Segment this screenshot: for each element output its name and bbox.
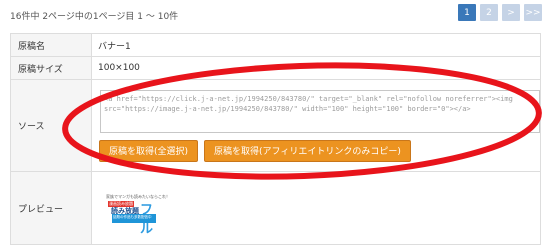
name-value: バナー1 [91, 33, 541, 57]
preview-band-text: 話題の作品も多数配信中 [113, 214, 152, 219]
row-source: ソース <a href="https://click.j-a-net.jp/19… [10, 79, 541, 172]
next-page-button[interactable]: > [502, 4, 520, 21]
page-2-button[interactable]: 2 [480, 4, 498, 21]
source-cell: <a href="https://click.j-a-net.jp/199425… [91, 79, 541, 172]
banner-preview-image: 家族でマンガも読みたいならこれ！ 漫画読み放題 読み放題 フル 話題の作品も多数… [104, 194, 170, 237]
source-label: ソース [10, 79, 92, 172]
row-size: 原稿サイズ 100×100 [10, 56, 541, 80]
last-page-button[interactable]: >> [524, 4, 542, 21]
preview-cell: 家族でマンガも読みたいならこれ！ 漫画読み放題 読み放題 フル 話題の作品も多数… [91, 171, 541, 245]
preview-band: 話題の作品も多数配信中 [112, 213, 156, 223]
name-label: 原稿名 [10, 33, 92, 57]
row-preview: プレビュー 家族でマンガも読みたいならこれ！ 漫画読み放題 読み放題 フル 話題… [10, 171, 541, 245]
copy-all-button[interactable]: 原稿を取得(全選択) [99, 139, 199, 162]
copy-affiliate-link-button[interactable]: 原稿を取得(アフィリエイトリンクのみコピー) [204, 139, 411, 162]
copy-buttons: 原稿を取得(全選択) 原稿を取得(アフィリエイトリンクのみコピー) [99, 139, 540, 162]
result-count: 16件中 2ページ中の1ページ目 1 〜 10件 [10, 12, 179, 22]
preview-label: プレビュー [10, 171, 92, 245]
page-1-button[interactable]: 1 [458, 4, 476, 21]
size-value: 100×100 [91, 56, 541, 80]
source-code-textarea[interactable]: <a href="https://click.j-a-net.jp/199425… [100, 89, 540, 133]
row-name: 原稿名 バナー1 [10, 33, 541, 57]
pagination: 1 2 > >> [458, 4, 542, 21]
banner-detail-table: 原稿名 バナー1 原稿サイズ 100×100 ソース <a href="http… [10, 33, 541, 245]
size-label: 原稿サイズ [10, 56, 92, 80]
